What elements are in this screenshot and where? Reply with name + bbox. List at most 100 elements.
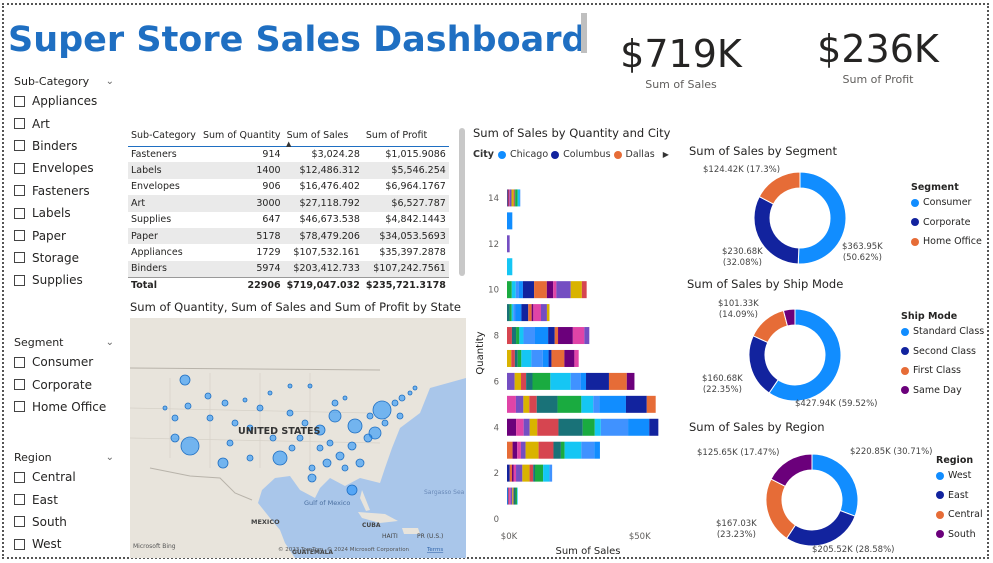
bar-segment[interactable] (507, 487, 508, 505)
bar-segment[interactable] (580, 372, 587, 390)
bar-segment[interactable] (517, 189, 520, 207)
table-row[interactable]: Art 3000 $27,118.792 $6,527.787 (128, 195, 449, 212)
bar-segment[interactable] (537, 418, 559, 436)
bar-segment[interactable] (509, 189, 512, 207)
column-header[interactable]: Sum of Profit (363, 126, 449, 146)
bar-segment[interactable] (508, 487, 510, 505)
legend-item[interactable]: First Class (901, 361, 984, 381)
bar-segment[interactable] (518, 281, 523, 299)
bar-segment[interactable] (512, 487, 514, 505)
legend-label-dallas[interactable]: Dallas (626, 149, 655, 160)
map-bubble[interactable] (287, 383, 293, 389)
bar-segment[interactable] (517, 441, 521, 459)
bar-segment[interactable] (550, 372, 571, 390)
map-bubble[interactable] (307, 473, 317, 483)
subcategory-slicer-header[interactable]: Sub-Category ⌄ (14, 73, 114, 89)
slicer-option[interactable]: West (14, 533, 114, 555)
bar-segment[interactable] (533, 304, 541, 322)
column-header[interactable]: Sub-Category (128, 126, 200, 146)
bar-segment[interactable] (513, 487, 516, 505)
bar-segment[interactable] (556, 281, 571, 299)
bar-segment[interactable] (515, 395, 524, 413)
map-bubble[interactable] (366, 412, 374, 420)
bar-segment[interactable] (542, 349, 549, 367)
legend-label-chicago[interactable]: Chicago (510, 149, 548, 160)
map-bubble[interactable] (347, 418, 363, 434)
bar-segment[interactable] (558, 418, 583, 436)
map-bubble[interactable] (171, 414, 179, 422)
bar-segment[interactable] (532, 372, 551, 390)
map-bubble[interactable] (288, 444, 296, 452)
bar-segment[interactable] (511, 327, 517, 345)
bar-segment[interactable] (586, 372, 609, 390)
donut-segment-chart[interactable] (750, 168, 850, 268)
map-bubble[interactable] (347, 441, 357, 451)
bar-segment[interactable] (507, 349, 512, 367)
map-bubble[interactable] (381, 419, 389, 427)
donut-ship-chart[interactable] (745, 305, 845, 405)
bar-segment[interactable] (507, 189, 508, 207)
map-bubble[interactable] (217, 457, 229, 469)
legend-item[interactable]: South (936, 525, 983, 545)
donut-region-chart[interactable] (762, 450, 862, 550)
checkbox[interactable] (14, 207, 25, 219)
bar-segment[interactable] (546, 281, 554, 299)
chevron-down-icon[interactable]: ⌄ (106, 76, 114, 87)
sort-arrow-icon[interactable]: ▲ (286, 140, 291, 148)
state-map[interactable]: UNITED STATES MEXICO Gulf of Mexico CUBA… (129, 318, 466, 558)
column-header[interactable]: Sum of Quantity (200, 126, 284, 146)
slicer-option[interactable]: Envelopes (14, 157, 114, 179)
legend-item[interactable]: West (936, 466, 983, 486)
table-row[interactable]: Envelopes 906 $16,476.402 $6,964.1767 (128, 179, 449, 195)
map-bubble[interactable] (226, 439, 234, 447)
slicer-option[interactable]: Corporate (14, 373, 114, 395)
bar-segment[interactable] (507, 258, 513, 276)
bar-segment[interactable] (593, 395, 600, 413)
bar-segment[interactable] (511, 304, 514, 322)
bar-segment[interactable] (554, 327, 559, 345)
bar-segment[interactable] (600, 418, 629, 436)
map-bubble[interactable] (407, 390, 413, 396)
bar-segment[interactable] (523, 395, 530, 413)
donut-slice[interactable] (748, 335, 779, 394)
map-bubble[interactable] (206, 414, 214, 422)
map-bubble[interactable] (307, 383, 313, 389)
map-bubble[interactable] (179, 374, 191, 386)
bar-segment[interactable] (646, 395, 656, 413)
bar-segment[interactable] (564, 441, 582, 459)
bar-segment[interactable] (533, 464, 535, 482)
bar-segment[interactable] (507, 372, 515, 390)
checkbox[interactable] (14, 401, 25, 413)
bar-segment[interactable] (521, 349, 532, 367)
legend-item[interactable]: Home Office (911, 232, 982, 252)
legend-next-arrow-icon[interactable]: ▶ (663, 150, 669, 159)
bar-segment[interactable] (548, 349, 552, 367)
map-bubble[interactable] (162, 405, 168, 411)
slicer-option[interactable]: Central (14, 466, 114, 488)
map-bubble[interactable] (328, 409, 342, 423)
bar-segment[interactable] (523, 418, 530, 436)
bar-segment[interactable] (538, 441, 554, 459)
slicer-option[interactable]: Art (14, 112, 114, 134)
checkbox[interactable] (14, 162, 25, 174)
donut-slice[interactable] (785, 509, 856, 547)
checkbox[interactable] (14, 356, 25, 368)
checkbox[interactable] (14, 140, 25, 152)
map-bubble[interactable] (331, 399, 339, 407)
map-bubble[interactable] (398, 394, 406, 402)
bar-segment[interactable] (625, 395, 647, 413)
bar-segment[interactable] (514, 349, 518, 367)
bar-segment[interactable] (570, 281, 582, 299)
bar-segment[interactable] (548, 327, 555, 345)
bar-segment[interactable] (522, 464, 530, 482)
legend-item[interactable]: Central (936, 505, 983, 525)
bar-segment[interactable] (649, 418, 659, 436)
bar-segment[interactable] (513, 464, 517, 482)
map-bubble[interactable] (355, 458, 365, 468)
bar-segment[interactable] (507, 395, 516, 413)
chevron-down-icon[interactable]: ⌄ (106, 452, 114, 463)
bar-segment[interactable] (528, 304, 532, 322)
bar-segment[interactable] (516, 418, 524, 436)
bar-segment[interactable] (507, 212, 513, 230)
slicer-option[interactable]: Binders (14, 135, 114, 157)
